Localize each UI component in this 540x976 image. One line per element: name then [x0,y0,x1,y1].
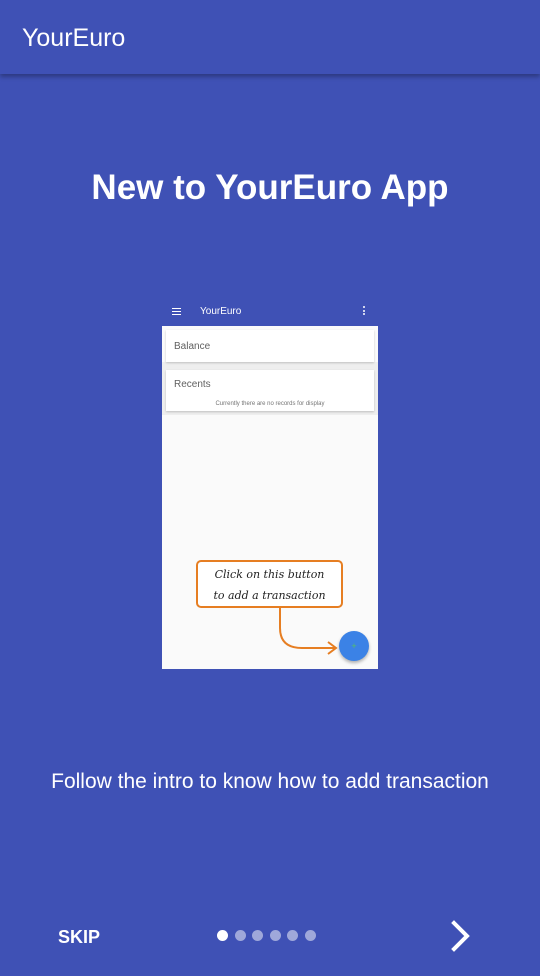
intro-headline: New to YourEuro App [91,168,449,207]
page-indicator [217,930,322,941]
intro-description: Follow the intro to know how to add tran… [51,770,489,793]
callout-line-1: Click on this button [214,568,325,581]
page-dot [252,930,263,941]
page-dot [269,930,281,941]
screenshot-add-fab: + [339,631,369,661]
callout-arrow-icon [279,608,338,655]
page-dot-active [217,930,228,941]
next-button[interactable] [447,918,475,954]
app-title: YourEuro [22,24,126,52]
callout-box: Click on this button to add a transactio… [196,560,343,608]
page-dot [234,930,246,941]
chevron-right-icon [451,920,470,952]
intro-screenshot: YourEuro Balance Recents Currently there… [162,298,378,669]
skip-button[interactable]: SKIP [58,926,100,948]
page-dot [287,930,298,941]
page-dot [304,930,316,941]
app-bar: YourEuro [0,0,540,74]
callout-line-2: to add a transaction [213,589,326,602]
